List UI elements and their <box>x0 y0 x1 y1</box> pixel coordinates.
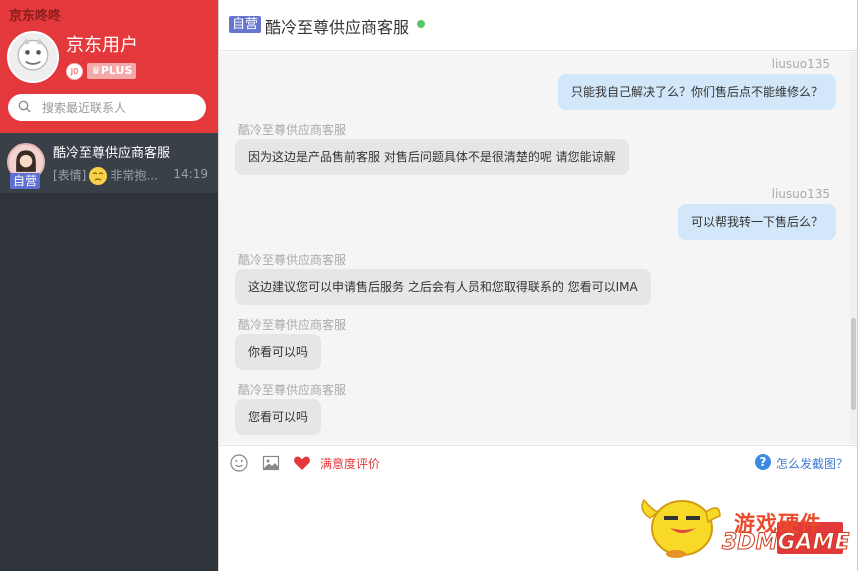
message-bubble-incoming[interactable]: 您看可以吗 <box>235 399 322 435</box>
message-sender: liusuo135 <box>771 187 830 201</box>
help-screenshot-link[interactable]: 怎么发截图？ <box>776 455 848 472</box>
plus-badge: ♛PLUS <box>87 63 137 79</box>
header-tag: 自营 <box>229 16 262 33</box>
app-title: 京东咚咚 <box>9 9 62 24</box>
online-status-dot <box>417 20 425 28</box>
sorry-emoji-icon <box>89 167 108 185</box>
crown-icon: ♛ <box>91 64 101 77</box>
scrollbar-thumb[interactable] <box>851 318 856 410</box>
message-sender: 酷冷至尊供应商客服 <box>238 318 347 332</box>
contact-time: 14:19 <box>173 167 208 181</box>
search-input[interactable] <box>42 98 197 117</box>
image-icon[interactable] <box>262 454 280 472</box>
message-bubble-incoming[interactable]: 这边建议您可以申请售后服务 之后会有人员和您取得联系的 您看可以IMA <box>235 269 651 305</box>
chat-header: 自营 酷冷至尊供应商客服 <box>219 0 858 51</box>
contact-preview-text: 非常抱... <box>110 168 158 183</box>
level-badge: J0 <box>66 63 83 80</box>
list-item[interactable]: 自营 酷冷至尊供应商客服 [表情] 非常抱... 14:19 <box>0 133 218 193</box>
message-list[interactable]: liusuo135 只能我自己解决了么？你们售后点不能维修么？ 酷冷至尊供应商客… <box>219 52 850 444</box>
message-bubble-outgoing[interactable]: 只能我自己解决了么？你们售后点不能维修么？ <box>557 74 836 110</box>
heart-icon[interactable] <box>293 454 311 472</box>
search-box[interactable] <box>8 94 206 121</box>
chat-title: 酷冷至尊供应商客服 <box>265 18 410 37</box>
watermark-logo-text: 3DMGAME <box>721 530 850 556</box>
contact-tag: 自营 <box>10 173 41 189</box>
avatar[interactable] <box>7 31 59 83</box>
contact-preview-prefix: [表情] <box>53 168 87 183</box>
rate-button[interactable]: 满意度评价 <box>320 455 380 472</box>
message-bubble-incoming[interactable]: 你看可以吗 <box>235 334 322 370</box>
sidebar: 京东咚咚 京东用户 J0 ♛PLUS 搜索最近联系人 自营 酷冷至尊供应商客服 … <box>0 0 218 571</box>
message-sender: 酷冷至尊供应商客服 <box>238 253 347 267</box>
search-icon <box>18 100 31 113</box>
message-sender: 酷冷至尊供应商客服 <box>238 123 347 137</box>
message-bubble-outgoing[interactable]: 可以帮我转一下售后么？ <box>677 204 836 240</box>
contact-preview: [表情] 非常抱... <box>53 166 158 186</box>
profile-panel: 京东咚咚 京东用户 J0 ♛PLUS <box>0 0 218 133</box>
smiley-icon[interactable] <box>230 454 248 472</box>
input-toolbar: 满意度评价 ? 怎么发截图？ <box>219 445 858 479</box>
message-sender: 酷冷至尊供应商客服 <box>238 383 347 397</box>
user-name: 京东用户 <box>66 35 138 56</box>
message-sender: liusuo135 <box>771 57 830 71</box>
contact-name: 酷冷至尊供应商客服 <box>53 146 171 161</box>
message-bubble-incoming[interactable]: 因为这边是产品售前客服 对售后问题具体不是很清楚的呢 请您能谅解 <box>235 139 629 175</box>
question-icon[interactable]: ? <box>755 454 771 470</box>
plus-badge-label: PLUS <box>100 64 133 77</box>
